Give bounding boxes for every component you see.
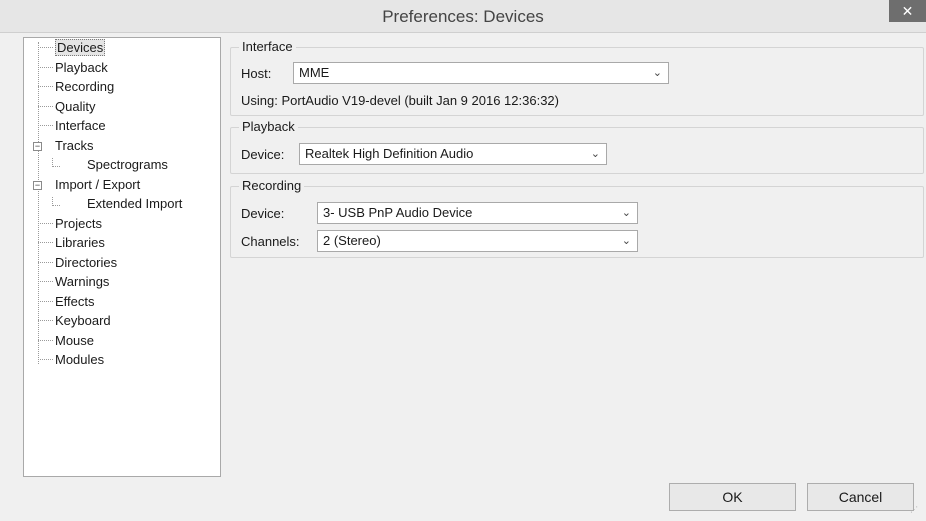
recording-device-value: 3- USB PnP Audio Device xyxy=(323,205,473,220)
tree-item-modules[interactable]: Modules xyxy=(38,350,104,369)
close-button[interactable]: ✕ xyxy=(889,0,926,22)
tree-item-label: Import / Export xyxy=(55,177,141,192)
tree-item-label: Interface xyxy=(55,118,106,133)
tree-item-label: Spectrograms xyxy=(87,157,168,172)
host-select[interactable]: MME ⌄ xyxy=(293,62,669,84)
collapse-icon[interactable]: − xyxy=(33,142,42,151)
host-label: Host: xyxy=(241,66,272,81)
tree-item-devices[interactable]: Devices xyxy=(38,38,106,57)
tree-item-keyboard[interactable]: Keyboard xyxy=(38,311,111,330)
tree-item-effects[interactable]: Effects xyxy=(38,292,95,311)
portaudio-info: Using: PortAudio V19-devel (built Jan 9 … xyxy=(241,93,559,108)
channels-label: Channels: xyxy=(241,234,300,249)
window-title: Preferences: Devices xyxy=(382,7,544,26)
tree-item-libraries[interactable]: Libraries xyxy=(38,233,105,252)
recording-group-title: Recording xyxy=(239,178,305,193)
tree-item-recording[interactable]: Recording xyxy=(38,77,114,96)
tree-item-label: Playback xyxy=(55,60,108,75)
tree-item-directories[interactable]: Directories xyxy=(38,253,117,272)
tree-item-label: Keyboard xyxy=(55,313,111,328)
tree-item-playback[interactable]: Playback xyxy=(38,58,108,77)
tree-item-mouse[interactable]: Mouse xyxy=(38,331,94,350)
chevron-down-icon: ⌄ xyxy=(652,67,662,79)
tree-item-quality[interactable]: Quality xyxy=(38,97,95,116)
interface-group-title: Interface xyxy=(239,39,296,54)
tree-item-label: Quality xyxy=(55,99,96,114)
playback-device-select[interactable]: Realtek High Definition Audio ⌄ xyxy=(299,143,607,165)
channels-value: 2 (Stereo) xyxy=(323,233,381,248)
tree-item-tracks[interactable]: Tracks xyxy=(38,136,94,155)
chevron-down-icon: ⌄ xyxy=(590,148,600,160)
chevron-down-icon: ⌄ xyxy=(621,235,631,247)
title-bar: Preferences: Devices ✕ xyxy=(0,0,926,33)
tree-item-label: Warnings xyxy=(55,274,110,289)
ok-button[interactable]: OK xyxy=(669,483,796,511)
recording-device-label: Device: xyxy=(241,206,285,221)
tree-item-label: Modules xyxy=(55,352,105,367)
collapse-icon[interactable]: − xyxy=(33,181,42,190)
playback-group-title: Playback xyxy=(239,119,298,134)
tree-item-interface[interactable]: Interface xyxy=(38,116,106,135)
tree-item-label: Tracks xyxy=(55,138,94,153)
chevron-down-icon: ⌄ xyxy=(621,207,631,219)
playback-device-value: Realtek High Definition Audio xyxy=(305,146,474,161)
tree-item-label: Devices xyxy=(55,39,106,56)
tree-item-label: Extended Import xyxy=(87,196,183,211)
tree-item-label: Libraries xyxy=(55,235,105,250)
host-select-value: MME xyxy=(299,65,330,80)
tree-item-label: Recording xyxy=(55,79,115,94)
tree-item-label: Directories xyxy=(55,255,118,270)
cancel-button[interactable]: Cancel xyxy=(807,483,914,511)
playback-device-label: Device: xyxy=(241,147,285,162)
tree-item-label: Mouse xyxy=(55,333,95,348)
tree-item-label: Effects xyxy=(55,294,95,309)
resize-grip-icon[interactable]: ⋰ xyxy=(910,505,918,514)
tree-item-label: Projects xyxy=(55,216,102,231)
tree-item-warnings[interactable]: Warnings xyxy=(38,272,109,291)
category-tree[interactable]: Devices Playback Recording Quality Inter… xyxy=(23,37,221,477)
channels-select[interactable]: 2 (Stereo) ⌄ xyxy=(317,230,638,252)
tree-item-projects[interactable]: Projects xyxy=(38,214,102,233)
tree-item-extended-import[interactable]: Extended Import xyxy=(52,194,182,213)
recording-device-select[interactable]: 3- USB PnP Audio Device ⌄ xyxy=(317,202,638,224)
tree-item-import-export[interactable]: Import / Export xyxy=(38,175,140,194)
tree-item-spectrograms[interactable]: Spectrograms xyxy=(52,155,168,174)
